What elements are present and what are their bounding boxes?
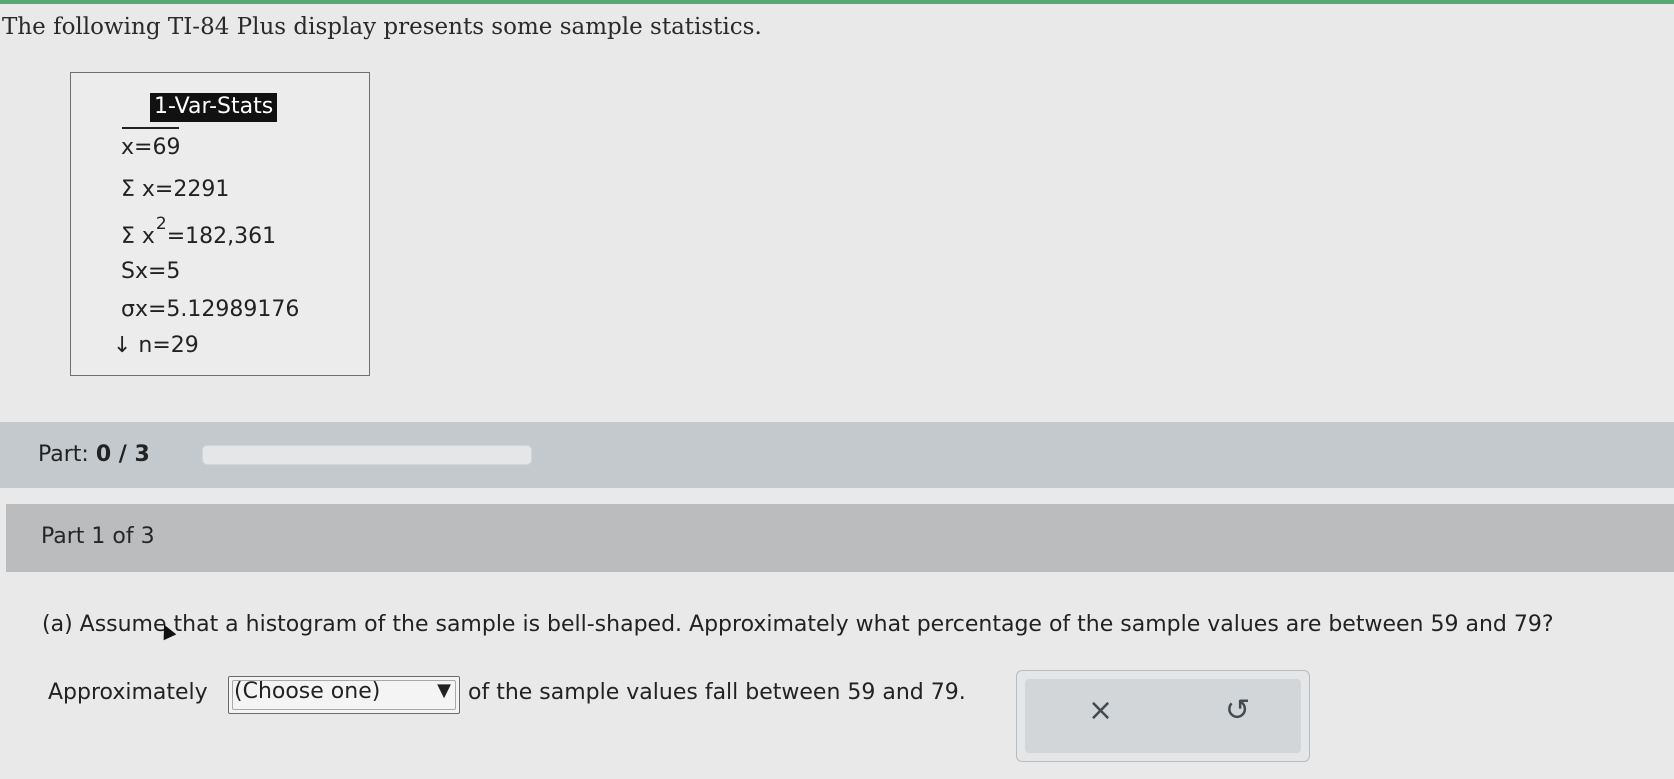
- part-title: Part 1 of 3: [41, 524, 155, 549]
- answer-prefix: Approximately: [48, 680, 208, 705]
- progress-bar-section: Part: 0 / 3: [0, 422, 1674, 488]
- dropdown-selected-value: (Choose one): [234, 679, 381, 704]
- stat-sum-x-squared-value: =182,361: [166, 224, 277, 249]
- undo-icon[interactable]: ↺: [1225, 693, 1250, 728]
- stat-sum-x: Σ x=2291: [121, 177, 230, 202]
- top-accent-bar: [0, 0, 1674, 4]
- progress-track: [202, 445, 532, 465]
- progress-label: Part: 0 / 3: [38, 442, 150, 467]
- stat-mean: x=69: [121, 127, 181, 160]
- triangle-down-icon: ▼: [437, 680, 451, 701]
- stat-sample-sd: Sx=5: [121, 259, 181, 284]
- answer-actions-panel: × ↺: [1016, 670, 1310, 762]
- stat-population-sd: σx=5.12989176: [121, 297, 300, 322]
- question-text: (a) Assume that a histogram of the sampl…: [42, 612, 1554, 637]
- calculator-title: 1-Var-Stats: [150, 93, 278, 122]
- stat-mean-label: x=69: [121, 127, 181, 160]
- percentage-dropdown[interactable]: (Choose one) ▼: [228, 676, 460, 714]
- answer-suffix: of the sample values fall between 59 and…: [468, 680, 966, 705]
- stat-sum-x-squared: Σ x2=182,361: [121, 214, 277, 249]
- stat-sum-x-squared-prefix: Σ x: [121, 224, 155, 249]
- problem-intro: The following TI-84 Plus display present…: [2, 14, 762, 40]
- progress-label-text: Part:: [38, 442, 89, 467]
- part-header: Part 1 of 3: [6, 504, 1674, 572]
- stat-count: ↓ n=29: [113, 333, 199, 358]
- clear-answer-button[interactable]: ×: [1088, 693, 1113, 728]
- stat-sum-x-squared-exponent: 2: [155, 214, 167, 234]
- answer-actions-inner: × ↺: [1025, 679, 1301, 753]
- progress-value: 0 / 3: [95, 442, 150, 467]
- calculator-display: 1-Var-Stats x=69 Σ x=2291 Σ x2=182,361 S…: [70, 72, 370, 376]
